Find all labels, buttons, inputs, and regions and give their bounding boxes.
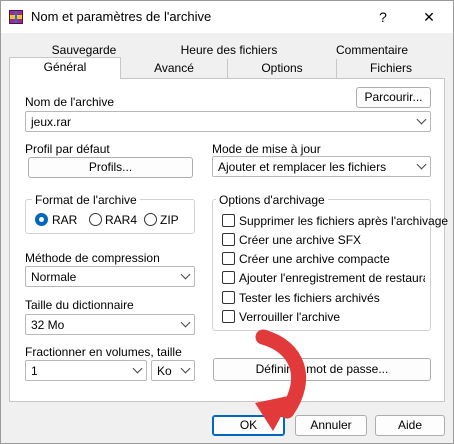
dictionary-size-value: 32 Mo — [31, 318, 65, 332]
checkbox-delete-after[interactable] — [222, 214, 235, 227]
split-volumes-unit-value: Ko — [157, 364, 172, 378]
chevron-down-icon — [416, 114, 427, 125]
split-volumes-label: Fractionner en volumes, taille — [25, 345, 182, 359]
checkbox-solid-archive[interactable] — [222, 252, 235, 265]
chevron-down-icon — [180, 269, 191, 280]
help-title-button[interactable]: ? — [373, 7, 393, 27]
checkbox-lock-archive[interactable] — [222, 310, 235, 323]
archive-dialog: Nom et paramètres de l'archive ? ✕ Sauve… — [0, 0, 454, 444]
checkbox-lock-archive-label: Verrouiller l'archive — [239, 310, 340, 324]
ok-button[interactable]: OK — [212, 415, 285, 436]
help-button[interactable]: Aide — [375, 415, 445, 436]
checkbox-solid-archive-label: Créer une archive compacte — [239, 252, 390, 266]
checkbox-recovery-record[interactable] — [222, 271, 235, 284]
checkbox-delete-after-label: Supprimer les fichiers après l'archivage — [239, 214, 449, 228]
archiving-options-title: Options d'archivage — [216, 193, 328, 207]
tab-general[interactable]: Général — [9, 57, 121, 79]
tab-heure-des-fichiers[interactable]: Heure des fichiers — [159, 41, 299, 60]
update-mode-label: Mode de mise à jour — [212, 142, 321, 156]
radio-zip-label: ZIP — [160, 213, 179, 227]
dictionary-size-label: Taille du dictionnaire — [25, 298, 134, 312]
radio-rar-label: RAR — [52, 213, 78, 227]
window-title: Nom et paramètres de l'archive — [31, 9, 212, 24]
checkbox-test-files-label: Tester les fichiers archivés — [239, 291, 380, 305]
archive-format-title: Format de l'archive — [32, 193, 140, 207]
archive-name-label: Nom de l'archive — [25, 95, 114, 109]
compression-method-label: Méthode de compression — [25, 251, 160, 265]
winrar-app-icon — [9, 10, 23, 24]
checkbox-recovery-record-label: Ajouter l'enregistrement de restauratio — [239, 271, 425, 285]
checkbox-test-files[interactable] — [222, 291, 235, 304]
tab-fichiers[interactable]: Fichiers — [337, 59, 445, 78]
title-bar: Nom et paramètres de l'archive ? ✕ — [1, 1, 453, 33]
archive-name-value: jeux.rar — [31, 115, 72, 129]
checkbox-create-sfx-label: Créer une archive SFX — [239, 233, 362, 247]
tab-options[interactable]: Options — [228, 59, 336, 78]
split-volumes-size-input[interactable]: 1 — [25, 360, 147, 381]
radio-rar[interactable] — [35, 213, 48, 226]
chevron-down-icon — [132, 363, 143, 374]
tab-commentaire[interactable]: Commentaire — [299, 41, 445, 60]
radio-rar4[interactable] — [89, 213, 102, 226]
profiles-button[interactable]: Profils... — [28, 157, 193, 178]
update-mode-select[interactable]: Ajouter et remplacer les fichiers — [212, 156, 431, 177]
chevron-down-icon — [180, 317, 191, 328]
split-volumes-size-value: 1 — [31, 364, 38, 378]
default-profile-label: Profil par défaut — [25, 142, 110, 156]
set-password-button[interactable]: Définir le mot de passe... — [213, 358, 431, 381]
compression-method-value: Normale — [31, 270, 77, 284]
archive-name-input[interactable]: jeux.rar — [25, 111, 431, 132]
update-mode-value: Ajouter et remplacer les fichiers — [218, 160, 387, 174]
chevron-down-icon — [180, 363, 191, 374]
chevron-down-icon — [416, 159, 427, 170]
tab-avance[interactable]: Avancé — [121, 59, 227, 78]
cancel-button[interactable]: Annuler — [295, 415, 367, 436]
radio-rar4-label: RAR4 — [105, 213, 138, 227]
browse-button[interactable]: Parcourir... — [356, 87, 431, 108]
compression-method-select[interactable]: Normale — [25, 266, 195, 287]
close-button[interactable]: ✕ — [419, 7, 439, 27]
radio-zip[interactable] — [144, 213, 157, 226]
split-volumes-unit-select[interactable]: Ko — [151, 360, 195, 381]
checkbox-create-sfx[interactable] — [222, 233, 235, 246]
dictionary-size-select[interactable]: 32 Mo — [25, 314, 195, 335]
